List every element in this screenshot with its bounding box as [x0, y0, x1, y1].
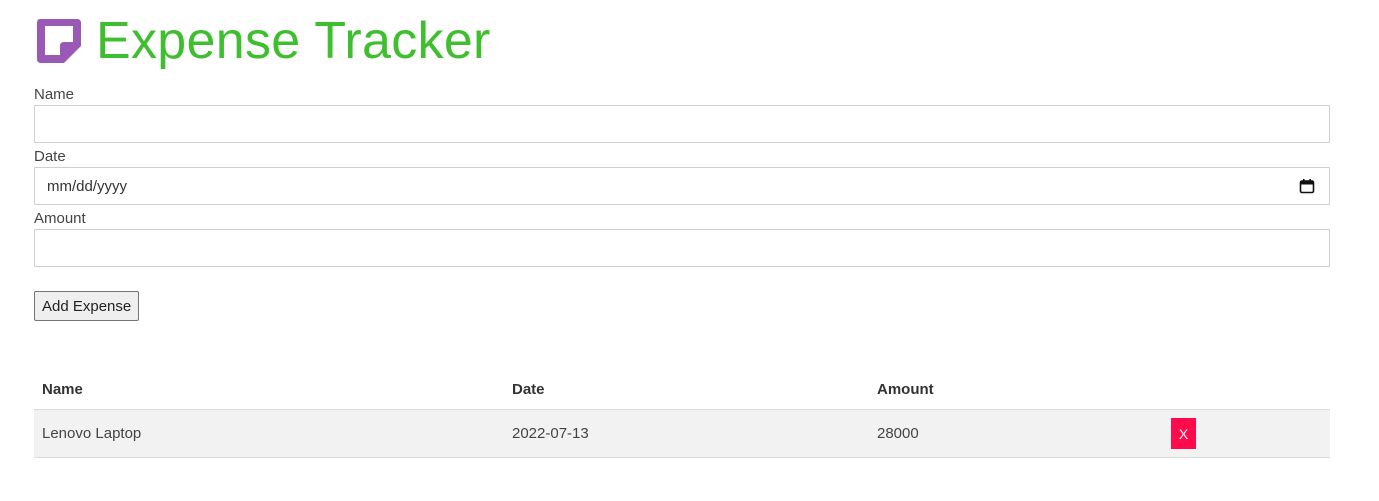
name-input[interactable] [34, 105, 1330, 143]
expense-tracker-page: Expense Tracker Name Date mm/dd/yyyy Amo… [0, 0, 1379, 501]
expense-amount-cell: 28000 [877, 425, 919, 442]
calendar-icon[interactable] [1299, 178, 1315, 194]
date-placeholder: mm/dd/yyyy [47, 177, 128, 195]
expense-date-cell: 2022-07-13 [512, 425, 589, 442]
date-label: Date [34, 148, 66, 165]
app-title: Expense Tracker [96, 12, 491, 70]
amount-input[interactable] [34, 229, 1330, 267]
table-row: Lenovo Laptop 2022-07-13 28000 X [34, 410, 1330, 458]
column-header-amount: Amount [877, 381, 934, 398]
sticky-note-icon [34, 16, 84, 66]
column-header-date: Date [512, 381, 545, 398]
add-expense-button[interactable]: Add Expense [34, 291, 140, 321]
name-label: Name [34, 86, 75, 103]
delete-expense-button[interactable]: X [1171, 418, 1196, 449]
amount-label: Amount [34, 210, 86, 227]
app-header: Expense Tracker [34, 12, 491, 70]
expense-name-cell: Lenovo Laptop [42, 425, 142, 442]
column-header-name: Name [42, 381, 83, 398]
expense-action-cell: X [1163, 418, 1330, 449]
date-input[interactable]: mm/dd/yyyy [34, 167, 1330, 205]
expense-table: Name Date Amount Lenovo Laptop 2022-07-1… [34, 370, 1330, 458]
table-header-row: Name Date Amount [34, 370, 1330, 410]
